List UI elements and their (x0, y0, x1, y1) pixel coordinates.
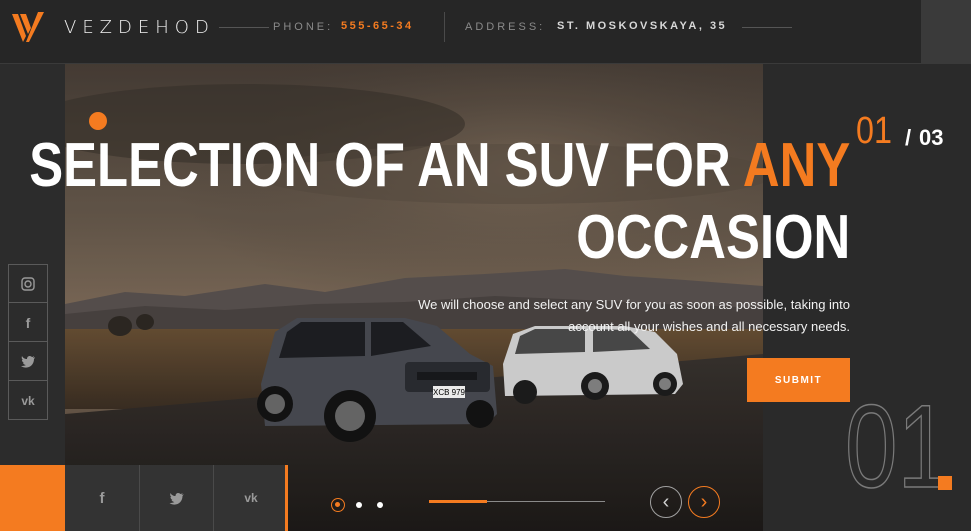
decorative-dot (89, 112, 107, 130)
address-label: ADDRESS: (465, 21, 546, 33)
v-logo-icon[interactable] (10, 10, 46, 44)
slide-dot-3[interactable] (377, 502, 383, 508)
hero-title: SELECTION OF AN SUV FOR ANY OCCASION (29, 130, 850, 274)
prev-slide-button[interactable]: ‹ (650, 486, 682, 518)
slide-progress-fill (429, 500, 487, 503)
divider (219, 27, 269, 28)
submit-button[interactable]: SUBMIT (747, 358, 850, 402)
decorative-square (938, 476, 952, 490)
site-header: VEZDEHOD PHONE: 555-65-34 ADDRESS: ST. M… (0, 0, 971, 64)
slide-dot-2[interactable] (356, 502, 362, 508)
hero-subtitle: We will choose and select any SUV for yo… (380, 294, 850, 338)
subtitle-line-1: We will choose and select any SUV for yo… (418, 297, 850, 312)
twitter-icon[interactable] (9, 343, 47, 381)
divider (742, 27, 792, 28)
twitter-icon[interactable] (140, 465, 214, 531)
next-slide-button[interactable]: › (688, 486, 720, 518)
slide-current: 01 (856, 110, 892, 152)
phone-value[interactable]: 555-65-34 (341, 20, 414, 32)
brand-name[interactable]: VEZDEHOD (64, 17, 215, 38)
facebook-icon[interactable]: f (9, 304, 47, 342)
phone-label: PHONE: (273, 21, 334, 33)
social-sidebar: f vk (8, 264, 48, 420)
vk-icon[interactable]: vk (214, 465, 288, 531)
big-slide-number: 01 (844, 381, 951, 513)
slide-total: 03 (919, 125, 944, 150)
facebook-glyph: f (99, 489, 105, 507)
menu-button[interactable] (921, 0, 971, 64)
address-value: ST. MOSKOVSKAYA, 35 (557, 20, 728, 32)
vk-glyph: vk (244, 491, 258, 505)
bottom-social-bar: f vk (65, 465, 288, 531)
facebook-icon[interactable]: f (65, 465, 139, 531)
chevron-left-icon: ‹ (662, 491, 670, 513)
facebook-glyph: f (25, 314, 31, 331)
title-accent: ANY (742, 131, 850, 200)
slide-dot-1[interactable] (331, 498, 345, 512)
slide-separator: / (905, 125, 912, 150)
subtitle-line-2: account all your wishes and all necessar… (568, 319, 850, 334)
divider (444, 12, 445, 42)
vk-icon[interactable]: vk (9, 382, 47, 420)
title-line-2: OCCASION (576, 203, 850, 272)
title-line-1: SELECTION OF AN SUV FOR (28, 131, 743, 200)
bottom-accent-block (0, 465, 65, 531)
vk-glyph: vk (21, 394, 35, 408)
chevron-right-icon: › (700, 491, 708, 513)
